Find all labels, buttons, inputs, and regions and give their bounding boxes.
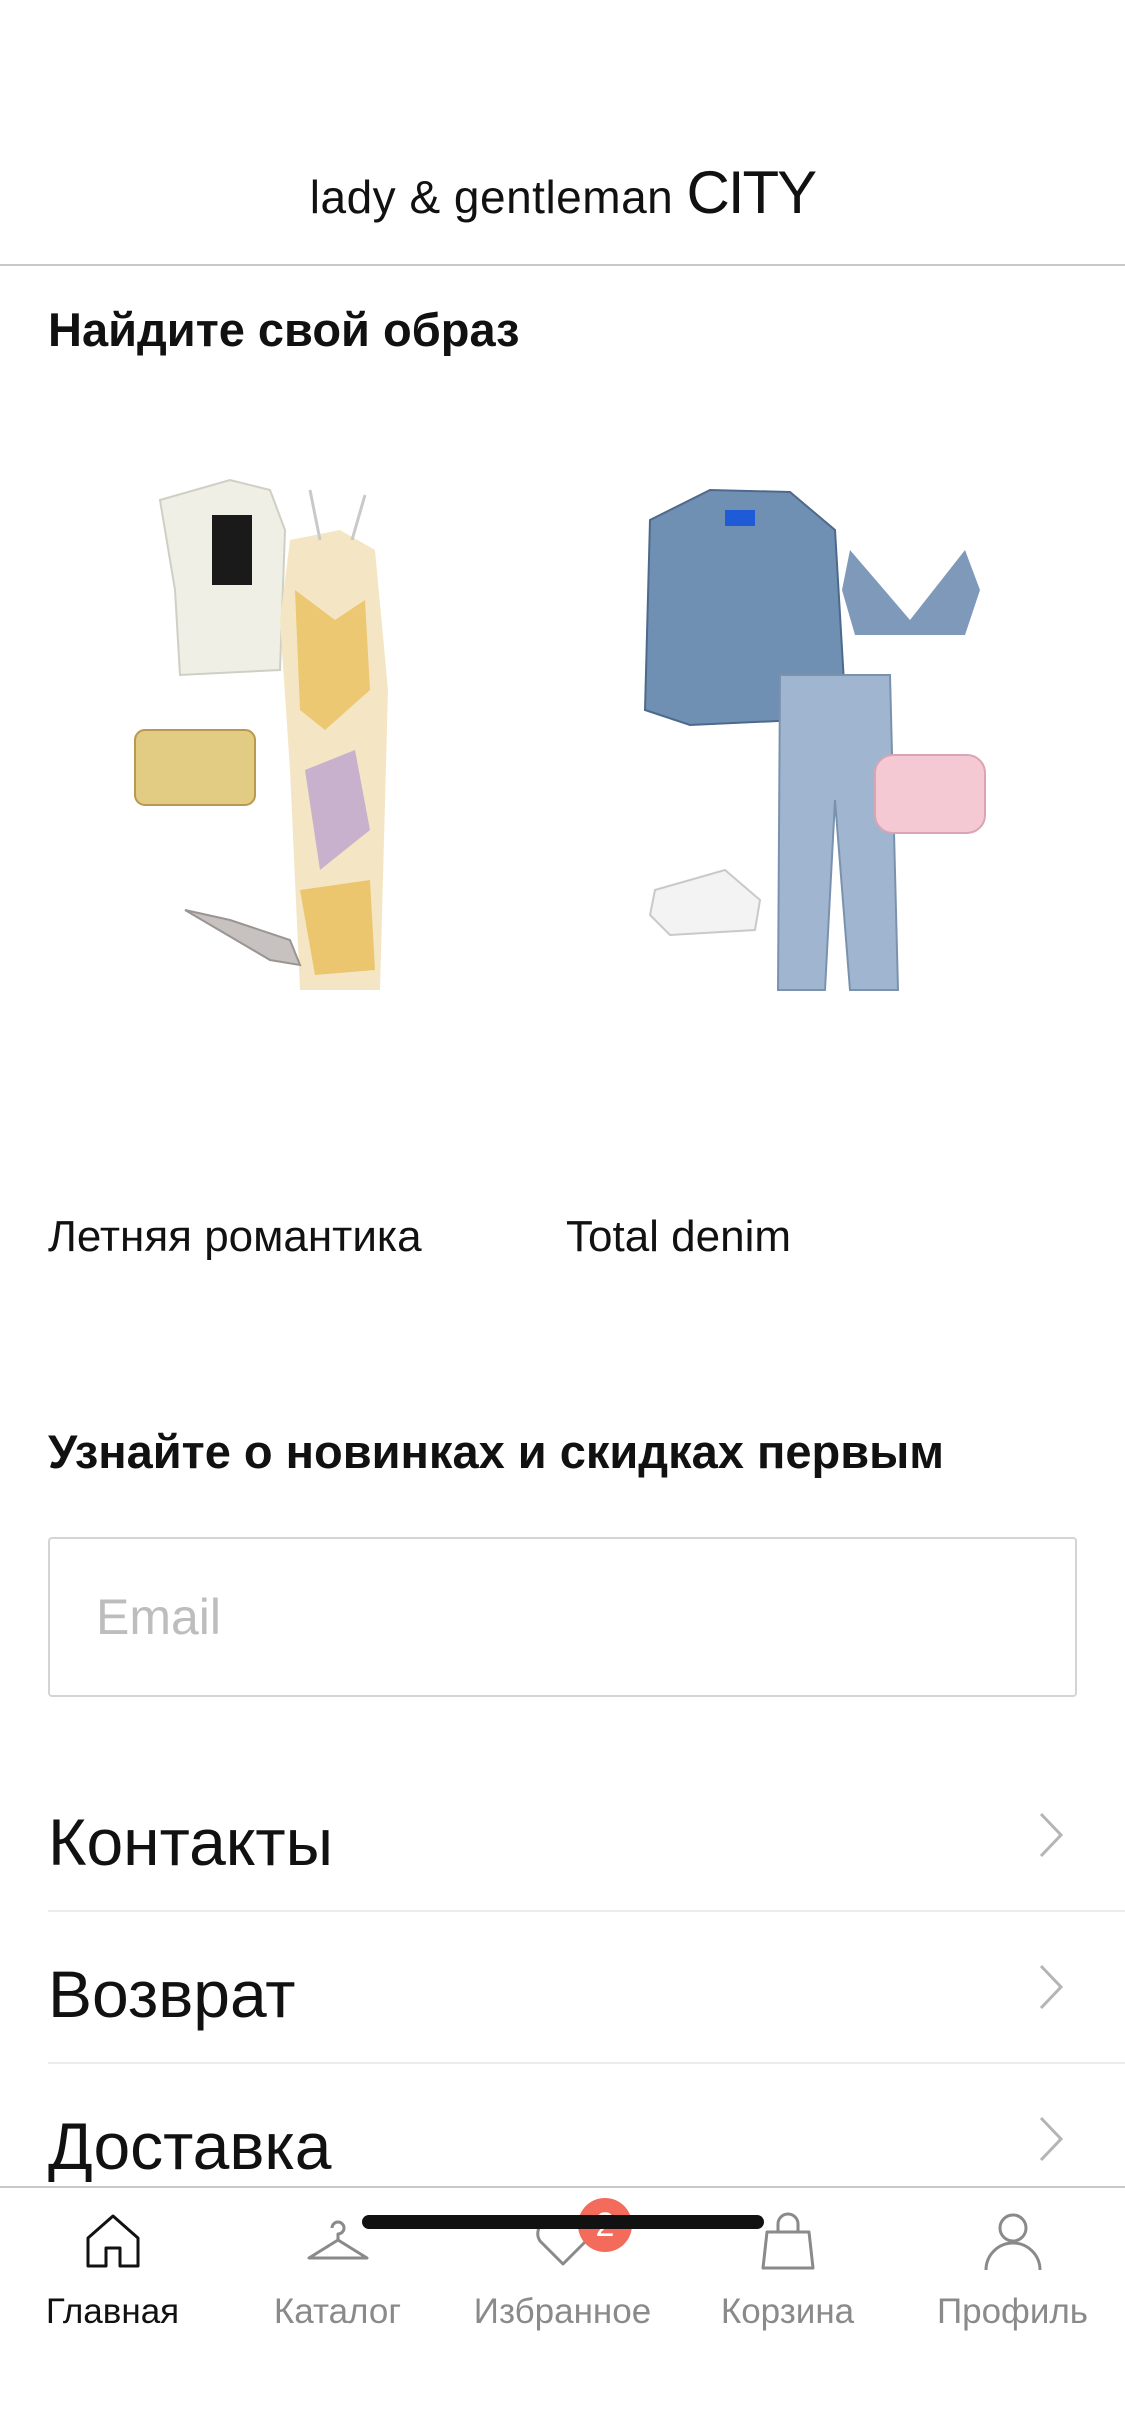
tab-favorites[interactable]: 2 Избранное bbox=[450, 2188, 675, 2348]
menu-item-label: Контакты bbox=[48, 1805, 334, 1879]
hanger-icon bbox=[307, 2220, 369, 2260]
tab-cart[interactable]: Корзина bbox=[675, 2188, 900, 2348]
chevron-right-icon bbox=[1039, 2116, 1064, 2162]
look-caption[interactable]: Total denim bbox=[566, 1212, 791, 1262]
tab-label: Профиль bbox=[936, 2292, 1089, 2331]
menu-item-returns[interactable]: Возврат bbox=[48, 1912, 1125, 2064]
app-header: lady & gentleman CITY bbox=[0, 0, 1125, 266]
email-field[interactable] bbox=[48, 1537, 1077, 1697]
menu-item-label: Доставка bbox=[48, 2109, 332, 2183]
look-caption[interactable]: Летняя романтика bbox=[48, 1212, 422, 1262]
logo-city: CITY bbox=[686, 159, 818, 226]
looks-title: Найдите свой образ bbox=[48, 303, 520, 356]
tab-label: Избранное bbox=[473, 2292, 652, 2331]
newsletter-title: Узнайте о новинках и скидках первым bbox=[48, 1425, 945, 1478]
tab-label: Корзина bbox=[720, 2292, 855, 2331]
bag-icon bbox=[761, 2212, 815, 2270]
look-image-summer-romance[interactable] bbox=[120, 470, 550, 1060]
tab-label: Главная bbox=[45, 2292, 180, 2331]
chevron-right-icon bbox=[1039, 1964, 1064, 2010]
tab-label: Каталог bbox=[273, 2292, 402, 2331]
tab-catalog[interactable]: Каталог bbox=[225, 2188, 450, 2348]
chevron-right-icon bbox=[1039, 1812, 1064, 1858]
user-icon bbox=[984, 2213, 1042, 2271]
brand-logo[interactable]: lady & gentleman CITY bbox=[0, 158, 1125, 227]
tab-profile[interactable]: Профиль bbox=[900, 2188, 1125, 2348]
home-icon bbox=[86, 2214, 140, 2268]
home-indicator bbox=[362, 2215, 764, 2229]
look-image-total-denim[interactable] bbox=[630, 470, 1060, 1060]
tab-home[interactable]: Главная bbox=[0, 2188, 225, 2348]
menu-item-label: Возврат bbox=[48, 1957, 296, 2031]
menu-item-contacts[interactable]: Контакты bbox=[48, 1760, 1125, 1912]
logo-text: lady & gentleman bbox=[309, 171, 674, 223]
